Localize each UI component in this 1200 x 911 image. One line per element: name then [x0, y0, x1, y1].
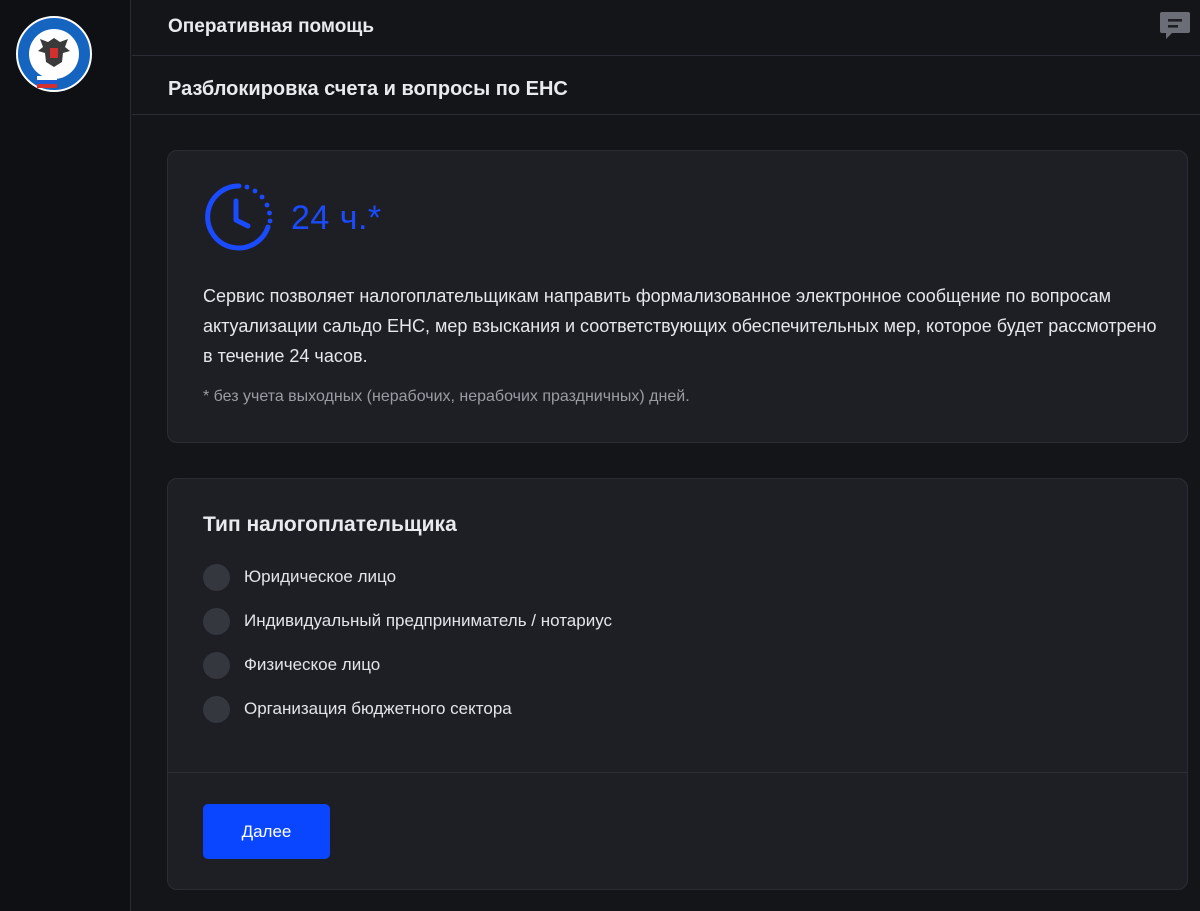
next-button[interactable]: Далее: [203, 804, 330, 859]
service-description: Сервис позволяет налогоплательщикам напр…: [203, 286, 1157, 366]
radio-button[interactable]: [203, 651, 230, 679]
radio-label: Юридическое лицо: [244, 567, 397, 586]
form-divider: [168, 772, 1187, 773]
chat-message-icon[interactable]: [1158, 8, 1192, 42]
service-info-card: 24 ч.* Сервис позволяет налогоплательщик…: [167, 150, 1188, 443]
service-subheader: Разблокировка счета и вопросы по ЕНС: [132, 57, 1200, 115]
header-title: Оперативная помощь: [168, 16, 375, 37]
footnote: * без учета выходных (нерабочих, нерабоч…: [203, 388, 690, 405]
radio-option-entrepreneur[interactable]: Индивидуальный предприниматель / нотариу…: [203, 599, 612, 643]
radio-button[interactable]: [203, 563, 230, 591]
service-title: Разблокировка счета и вопросы по ЕНС: [168, 78, 568, 100]
radio-button[interactable]: [203, 695, 230, 723]
taxpayer-type-form: Тип налогоплательщика Юридическое лицо И…: [167, 478, 1188, 890]
radio-option-budget-organization[interactable]: Организация бюджетного сектора: [203, 687, 612, 731]
radio-label: Индивидуальный предприниматель / нотариу…: [244, 611, 613, 630]
fns-emblem-logo[interactable]: [15, 14, 93, 96]
taxpayer-type-radio-group: Юридическое лицо Индивидуальный предприн…: [203, 555, 612, 731]
form-title: Тип налогоплательщика: [203, 513, 457, 536]
radio-label: Физическое лицо: [244, 655, 381, 674]
radio-option-legal-entity[interactable]: Юридическое лицо: [203, 555, 612, 599]
response-time-value: 24 ч.*: [291, 199, 382, 237]
radio-button[interactable]: [203, 607, 230, 635]
sidebar: [0, 0, 131, 911]
top-header: Оперативная помощь: [132, 0, 1200, 56]
clock-icon: [203, 181, 275, 253]
radio-label: Организация бюджетного сектора: [244, 699, 512, 718]
radio-option-individual[interactable]: Физическое лицо: [203, 643, 612, 687]
